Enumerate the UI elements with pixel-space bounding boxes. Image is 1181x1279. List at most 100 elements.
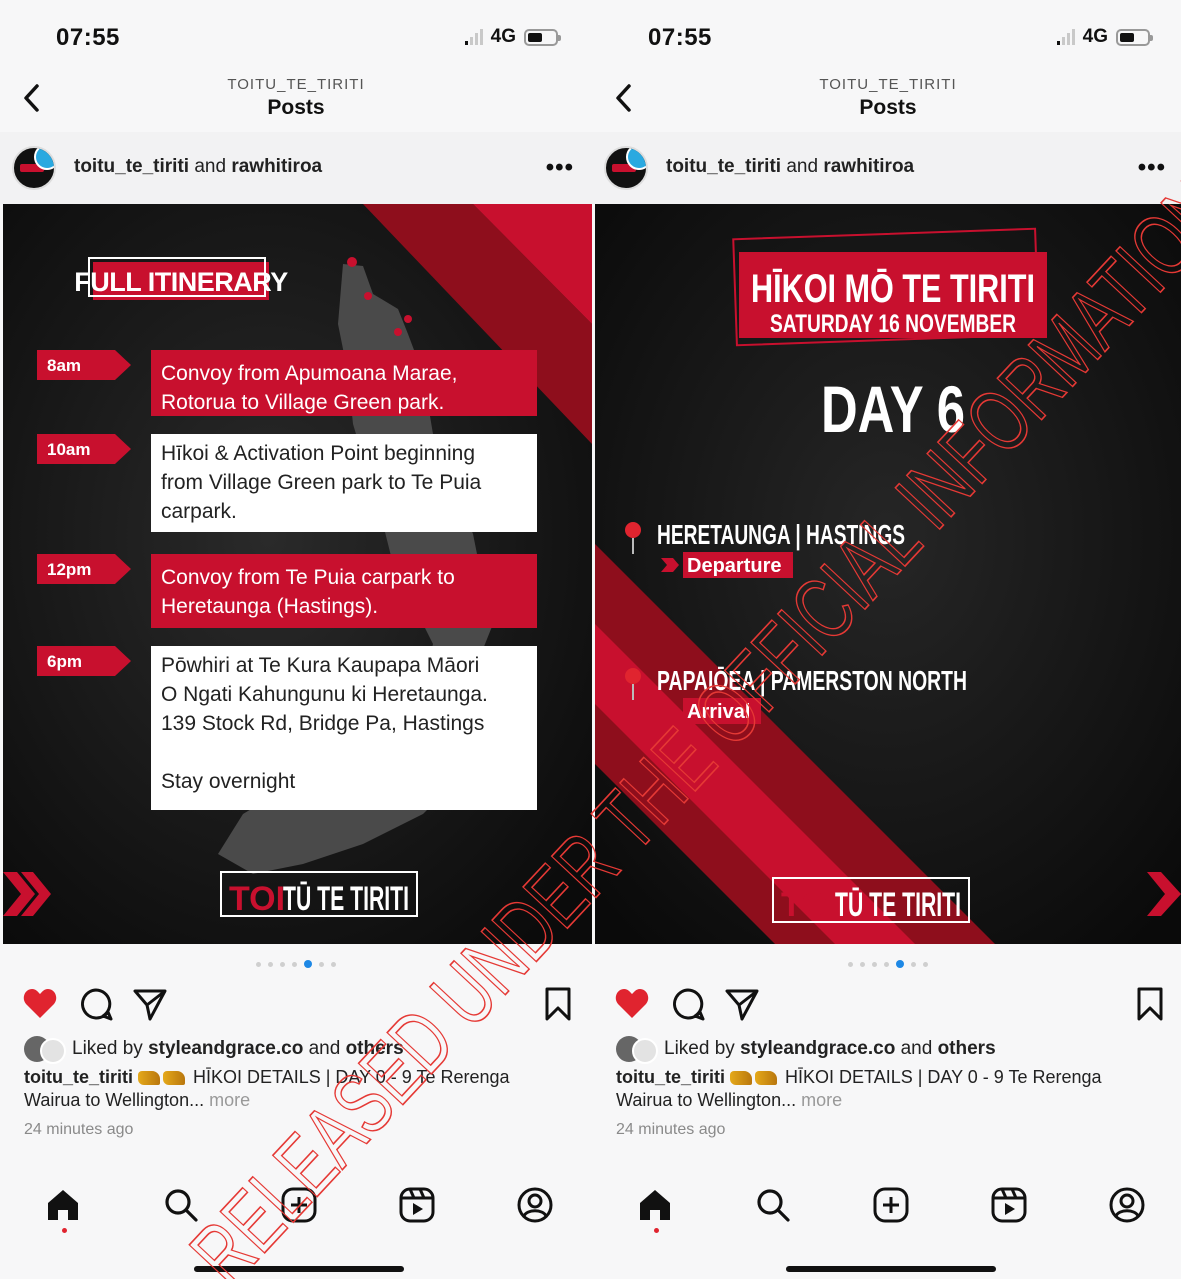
notification-dot (654, 1228, 659, 1233)
nav-header: TOITU_TE_TIRITI Posts (592, 66, 1181, 132)
post-header: toitu_te_tiriti and rawhitiroa ••• (592, 132, 1181, 204)
map-pin (394, 328, 402, 336)
status-time: 07:55 (56, 24, 120, 51)
itinerary-line: carpark. (161, 500, 237, 523)
itinerary-time: 10am (47, 440, 90, 459)
status-time: 07:55 (648, 24, 712, 51)
bookmark-icon[interactable] (1132, 986, 1168, 1022)
network-label: 4G (1082, 26, 1108, 47)
create-icon[interactable] (870, 1184, 912, 1226)
map-pin (347, 257, 357, 267)
likes-joiner: and (308, 1038, 341, 1059)
itinerary-time: 12pm (47, 560, 91, 579)
carousel-dots (592, 960, 1181, 968)
avatar[interactable] (604, 146, 648, 190)
carousel-dots (0, 960, 592, 968)
itinerary-badge: FULL ITINERARY (74, 267, 288, 297)
liker-username[interactable]: styleandgrace.co (148, 1038, 303, 1059)
home-indicator[interactable] (194, 1266, 404, 1272)
post-timestamp: 24 minutes ago (24, 1121, 134, 1138)
post-user-2[interactable]: rawhitiroa (231, 156, 322, 177)
itinerary-line: Heretaunga (Hastings). (161, 595, 378, 618)
screenshot-stage: 07:55 4G TOITU_TE_TIRITI Posts toitu_te_… (0, 0, 1181, 1279)
search-icon[interactable] (752, 1184, 794, 1226)
post-timestamp: 24 minutes ago (616, 1121, 726, 1138)
search-icon[interactable] (160, 1184, 202, 1226)
tab-bar (592, 1180, 1181, 1236)
status-bar: 07:55 4G (592, 0, 1181, 70)
action-row (0, 980, 592, 1030)
action-row (592, 980, 1181, 1030)
nav-header: TOITU_TE_TIRITI Posts (0, 66, 592, 132)
likes-prefix: Liked by (72, 1038, 143, 1059)
caption-username[interactable]: toitu_te_tiriti (616, 1067, 725, 1087)
post-user-1[interactable]: toitu_te_tiriti (74, 156, 189, 177)
share-icon[interactable] (724, 986, 760, 1022)
logo-text-white: TŪ TE TIRITI (835, 886, 961, 924)
day-card-date: SATURDAY 16 NOVEMBER (770, 310, 1016, 338)
signal-icon (1056, 29, 1075, 45)
emoji-icon (730, 1071, 753, 1086)
itinerary-line: Convoy from Apumoana Marae, (161, 362, 457, 385)
post-caption: toitu_te_tiriti HĪKOI DETAILS | DAY 0 - … (616, 1066, 1161, 1112)
stop-place: HERETAUNGA | HASTINGS (657, 519, 905, 550)
create-icon[interactable] (278, 1184, 320, 1226)
share-icon[interactable] (132, 986, 168, 1022)
post-user-1[interactable]: toitu_te_tiriti (666, 156, 781, 177)
post-caption: toitu_te_tiriti HĪKOI DETAILS | DAY 0 - … (24, 1066, 569, 1112)
reels-icon[interactable] (988, 1184, 1030, 1226)
itinerary-line: from Village Green park to Te Puia (161, 471, 482, 494)
battery-icon (524, 28, 561, 46)
liker-username[interactable]: styleandgrace.co (740, 1038, 895, 1059)
tab-bar (0, 1180, 592, 1236)
heart-icon[interactable] (22, 986, 58, 1022)
notification-dot (62, 1228, 67, 1233)
emoji-icon (163, 1071, 186, 1086)
home-icon[interactable] (634, 1184, 676, 1226)
post-image-day6[interactable]: HĪKOI MŌ TE TIRITI SATURDAY 16 NOVEMBER … (595, 204, 1181, 944)
battery-icon (1116, 28, 1153, 46)
reels-icon[interactable] (396, 1184, 438, 1226)
post-image-itinerary[interactable]: FULL ITINERARY 8am Convoy from Apumoana M… (3, 204, 592, 944)
home-indicator[interactable] (786, 1266, 996, 1272)
post-users[interactable]: toitu_te_tiriti and rawhitiroa (74, 156, 322, 178)
likes-row[interactable]: Liked by styleandgrace.co and others (24, 1036, 404, 1064)
page-title: Posts (859, 96, 917, 119)
heart-icon[interactable] (614, 986, 650, 1022)
itinerary-line: Convoy from Te Puia carpark to (161, 566, 455, 589)
comment-icon[interactable] (78, 986, 114, 1022)
post-users[interactable]: toitu_te_tiriti and rawhitiroa (666, 156, 914, 178)
profile-icon[interactable] (514, 1184, 556, 1226)
network-label: 4G (490, 26, 516, 47)
likes-others[interactable]: others (938, 1038, 996, 1059)
logo-text-red: TOI (781, 886, 837, 924)
bookmark-icon[interactable] (540, 986, 576, 1022)
caption-more-link[interactable]: more (801, 1090, 842, 1110)
more-icon[interactable]: ••• (1138, 154, 1166, 182)
home-icon[interactable] (42, 1184, 84, 1226)
more-icon[interactable]: ••• (546, 154, 574, 182)
phone-left: 07:55 4G TOITU_TE_TIRITI Posts toitu_te_… (0, 0, 592, 1279)
profile-icon[interactable] (1106, 1184, 1148, 1226)
itinerary-graphic: FULL ITINERARY 8am Convoy from Apumoana M… (3, 204, 592, 944)
avatar[interactable] (12, 146, 56, 190)
account-name: TOITU_TE_TIRITI (227, 76, 365, 93)
day6-graphic: HĪKOI MŌ TE TIRITI SATURDAY 16 NOVEMBER … (595, 204, 1181, 944)
comment-icon[interactable] (670, 986, 706, 1022)
likes-row[interactable]: Liked by styleandgrace.co and others (616, 1036, 996, 1064)
day-number: DAY 6 (821, 372, 965, 446)
likes-text: Liked by styleandgrace.co and others (72, 1038, 404, 1060)
pin-icon (625, 522, 641, 538)
stop-tag: Arrival (687, 701, 750, 723)
emoji-icon (138, 1071, 161, 1086)
phone-right: 07:55 4G TOITU_TE_TIRITI Posts toitu_te_… (592, 0, 1181, 1279)
post-user-2[interactable]: rawhitiroa (823, 156, 914, 177)
page-title: Posts (267, 96, 325, 119)
liker-avatar (24, 1036, 66, 1064)
caption-more-link[interactable]: more (209, 1090, 250, 1110)
caption-username[interactable]: toitu_te_tiriti (24, 1067, 133, 1087)
day-card-title: HĪKOI MŌ TE TIRITI (751, 267, 1035, 311)
map-pin (364, 292, 372, 300)
likes-others[interactable]: others (346, 1038, 404, 1059)
post-header: toitu_te_tiriti and rawhitiroa ••• (0, 132, 592, 204)
